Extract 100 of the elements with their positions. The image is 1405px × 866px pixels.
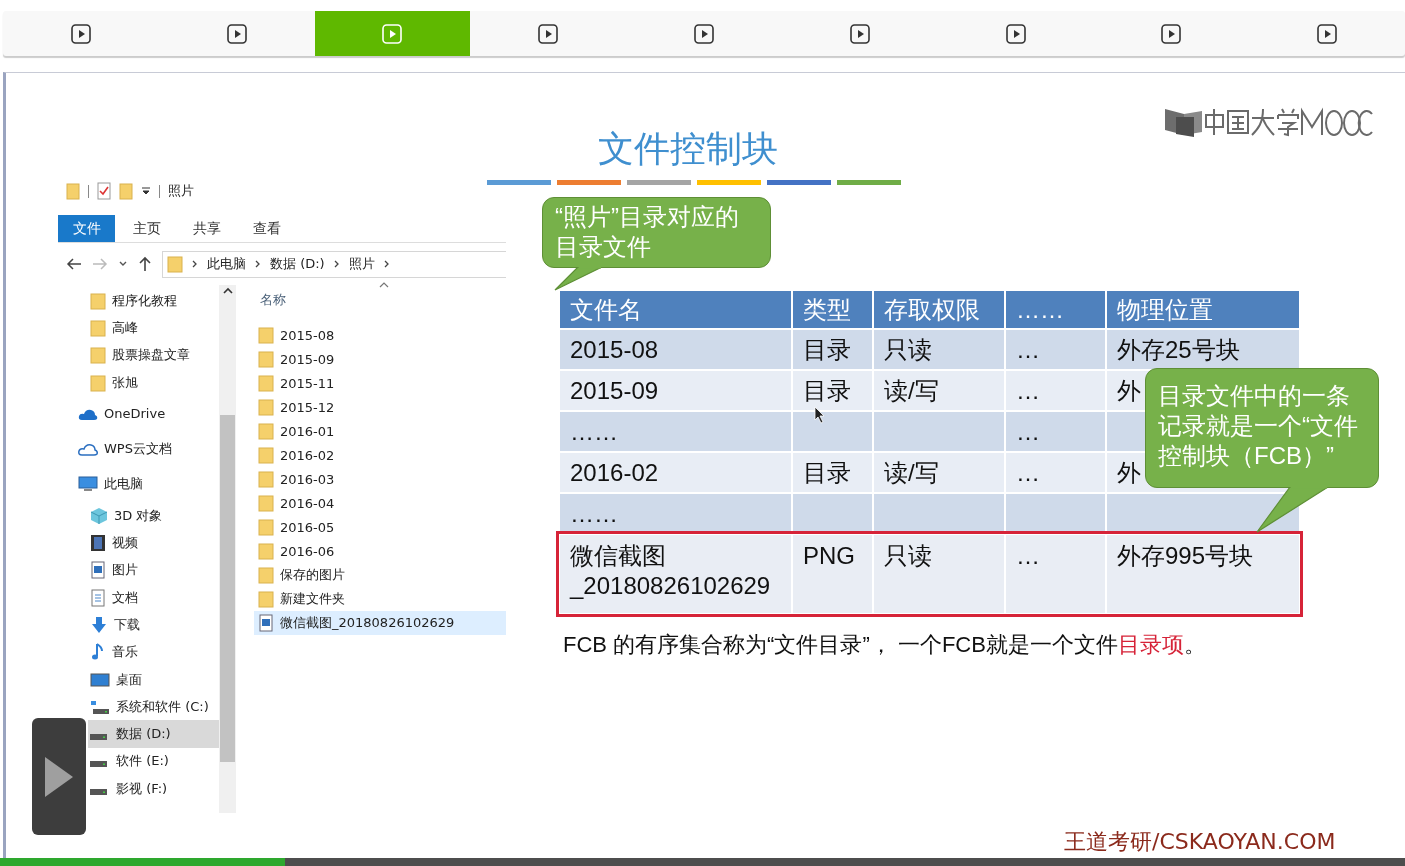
cloud-icon [78, 442, 98, 457]
file-item[interactable]: 2015-12 [254, 395, 506, 419]
ribbon-tab[interactable]: 文件 [58, 215, 115, 242]
nav-item[interactable]: 文档 [88, 583, 219, 612]
file-item[interactable]: 2016-05 [254, 515, 506, 539]
column-header[interactable]: 名称 [260, 285, 506, 315]
drive-icon [90, 734, 107, 741]
nav-item[interactable]: WPS云文档 [76, 435, 219, 463]
music-note-icon [90, 643, 106, 662]
nav-item[interactable]: 系统和软件 (C:) [88, 693, 219, 721]
folder-icon [258, 326, 274, 344]
cube-icon [90, 506, 108, 525]
ribbon-tab[interactable]: 主页 [119, 215, 175, 242]
nav-item[interactable]: 此电脑 [76, 470, 219, 499]
ribbon-tab[interactable]: 共享 [179, 215, 235, 242]
nav-item[interactable]: 张旭 [88, 368, 219, 397]
play-icon [1161, 23, 1182, 44]
table-cell: 只读 [874, 535, 1004, 613]
file-item[interactable]: 2016-04 [254, 491, 506, 515]
play-button[interactable] [32, 718, 86, 835]
table-cell: 2015-08 [560, 330, 791, 369]
breadcrumb[interactable]: 照片 [348, 255, 375, 273]
monitor-icon [78, 476, 98, 493]
nav-item[interactable]: 3D 对象 [88, 502, 219, 530]
table-cell: …… [560, 412, 791, 451]
table-cell: … [1006, 535, 1105, 613]
nav-item[interactable]: 音乐 [88, 638, 219, 666]
play-icon [849, 23, 870, 44]
play-icon [694, 23, 714, 44]
nav-item[interactable]: 下载 [88, 611, 219, 639]
nav-item[interactable]: OneDrive [76, 400, 219, 428]
sort-caret-icon [378, 281, 390, 289]
scrollbar-thumb[interactable] [220, 415, 235, 762]
table-cell: 2016-02 [560, 453, 791, 492]
breadcrumb[interactable]: 此电脑 [207, 255, 246, 273]
down-arrow-icon [90, 615, 108, 634]
desktop-icon [90, 672, 110, 687]
chapter-tab[interactable] [314, 11, 471, 56]
folder-icon [258, 374, 274, 392]
table-cell: 读/写 [874, 371, 1004, 410]
table-cell: 外存995号块 [1107, 535, 1299, 613]
breadcrumb[interactable]: 数据 (D:) [270, 255, 325, 273]
folder-icon [90, 318, 106, 337]
drive-icon [90, 698, 110, 715]
play-icon [1317, 23, 1338, 44]
address-bar[interactable]: 此电脑 数据 (D:) 照片 [162, 250, 506, 278]
file-item[interactable]: 新建文件夹 [254, 587, 506, 611]
folder-icon [90, 373, 106, 392]
file-item[interactable]: 2015-09 [254, 347, 506, 371]
table-cell: … [1006, 453, 1105, 492]
nav-item[interactable]: 软件 (E:) [88, 747, 219, 776]
play-icon [1005, 23, 1026, 44]
column-header: 物理位置 [1107, 291, 1299, 328]
play-icon [538, 23, 559, 44]
folder-icon [119, 182, 133, 200]
nav-item[interactable]: 高峰 [88, 314, 219, 342]
chevron-right-icon [382, 259, 391, 269]
checklist-icon [97, 182, 111, 200]
folder-icon [258, 590, 274, 608]
nav-item[interactable]: 数据 (D:) [88, 720, 219, 748]
column-header: 存取权限 [874, 291, 1004, 328]
dropdown-icon[interactable] [141, 186, 151, 196]
nav-item[interactable]: 程序化教程 [88, 287, 219, 315]
image-file-icon [90, 561, 106, 580]
table-cell: PNG [793, 535, 872, 613]
table-cell: 目录 [793, 330, 872, 369]
file-item[interactable]: 2016-06 [254, 539, 506, 563]
chevron-right-icon [191, 259, 199, 269]
nav-item[interactable]: 桌面 [88, 665, 219, 694]
column-header: …… [1006, 291, 1105, 328]
ribbon-tab[interactable]: 查看 [239, 215, 295, 242]
drive-icon [90, 761, 107, 768]
file-item[interactable]: 2015-11 [254, 371, 506, 395]
forward-arrow-icon[interactable] [92, 257, 108, 271]
folder-icon [258, 566, 274, 584]
up-arrow-icon[interactable] [138, 256, 152, 272]
chevron-right-icon [332, 259, 341, 269]
nav-item[interactable]: 视频 [88, 529, 219, 557]
folder-icon [66, 182, 80, 200]
folder-icon [258, 470, 274, 488]
file-item[interactable]: 保存的图片 [254, 563, 506, 587]
folder-icon [258, 350, 274, 368]
nav-item[interactable]: 股票操盘文章 [88, 341, 219, 369]
file-item[interactable]: 2016-02 [254, 443, 506, 467]
column-header: 类型 [793, 291, 872, 328]
file-item[interactable]: 微信截图_20180826102629 [254, 611, 506, 635]
file-item[interactable]: 2016-03 [254, 467, 506, 491]
table-cell: … [1006, 371, 1105, 410]
chevron-down-icon[interactable] [118, 260, 128, 268]
nav-item[interactable]: 图片 [88, 556, 219, 584]
play-icon [226, 23, 247, 44]
nav-item[interactable]: 影视 (F:) [88, 775, 219, 803]
slide-title: 文件控制块 [598, 127, 778, 171]
scrollbar[interactable] [219, 285, 236, 813]
back-arrow-icon[interactable] [66, 257, 82, 271]
progress-bar[interactable] [0, 858, 1405, 866]
document-icon [90, 588, 106, 607]
file-item[interactable]: 2016-01 [254, 419, 506, 443]
play-icon [382, 23, 403, 44]
file-item[interactable]: 2015-08 [254, 323, 506, 347]
